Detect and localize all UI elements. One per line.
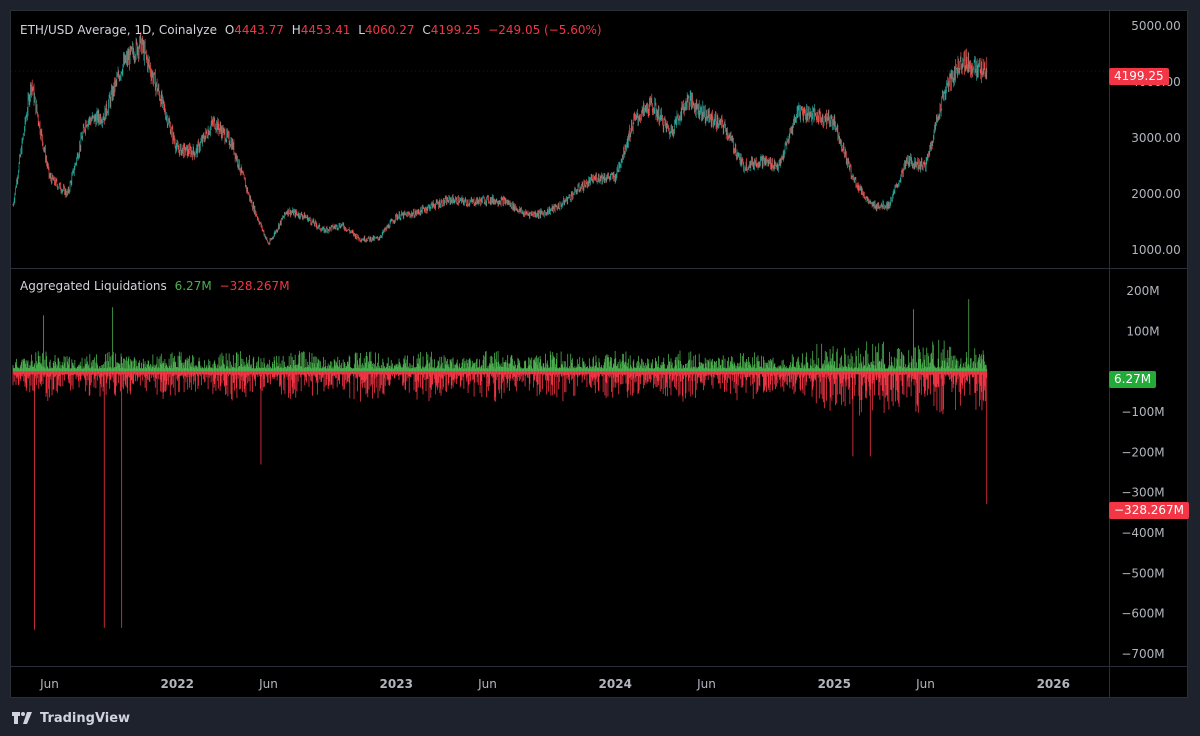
liq-axis-label: −700M [1121,647,1164,661]
open-value: 4443.77 [234,23,284,37]
short-liq-value: −328.267M [219,279,290,293]
indicator-title[interactable]: Aggregated Liquidations [20,279,167,293]
low-value: 4060.27 [364,23,415,37]
liq-axis-label: 100M [1126,324,1159,338]
short-liq-badge: −328.267M [1109,502,1190,519]
price-candles [12,31,988,246]
liquidation-bars [12,299,988,630]
change-value: −249.05 (−5.60%) [488,23,602,37]
chart-frame[interactable]: Jun 2022 Jun 2023 Jun 2024 Jun 2025 Jun 2026 5000.… [10,10,1190,698]
x-tick-label: Jun [915,677,935,691]
high-value: 4453.41 [300,23,351,37]
x-tick-label: 2026 [1037,677,1070,691]
x-tick-label: Jun [258,677,278,691]
liq-axis-label: −500M [1121,566,1164,580]
price-axis-label: 2000.00 [1131,187,1181,201]
price-axis-label: 1000.00 [1131,243,1181,257]
x-tick-label: 2022 [161,677,194,691]
liq-axis-label: −300M [1121,486,1164,500]
price-axis-label: 5000.00 [1131,19,1181,33]
x-tick-label: 2024 [599,677,632,691]
liq-axis-label: −400M [1121,526,1164,540]
x-tick-label: 2023 [380,677,413,691]
liq-axis-label: −600M [1121,607,1164,621]
x-tick-label: Jun [39,677,59,691]
liq-axis-label: −200M [1121,445,1164,459]
footer-brand[interactable]: TradingView [12,708,130,728]
x-tick-label: 2025 [818,677,851,691]
tradingview-logo-icon [12,712,32,724]
price-axis-label: 3000.00 [1131,131,1181,145]
liq-axis-label: 200M [1126,284,1159,298]
liquidations-legend: Aggregated Liquidations 6.27M −328.267M [20,279,294,293]
close-value: 4199.25 [430,23,481,37]
symbol-label[interactable]: ETH/USD Average, 1D, Coinalyze [20,23,217,37]
long-liq-value: 6.27M [174,279,212,293]
brand-name: TradingView [40,710,131,726]
long-liq-badge: 6.27M [1109,371,1157,388]
price-badge: 4199.25 [1109,68,1169,85]
x-tick-label: Jun [696,677,716,691]
x-tick-label: Jun [477,677,497,691]
chart-canvas[interactable]: Jun 2022 Jun 2023 Jun 2024 Jun 2025 Jun 2026 5000.… [11,11,1187,697]
liq-axis-label: −100M [1121,405,1164,419]
price-legend: ETH/USD Average, 1D, Coinalyze O4443.77 … [20,23,602,37]
